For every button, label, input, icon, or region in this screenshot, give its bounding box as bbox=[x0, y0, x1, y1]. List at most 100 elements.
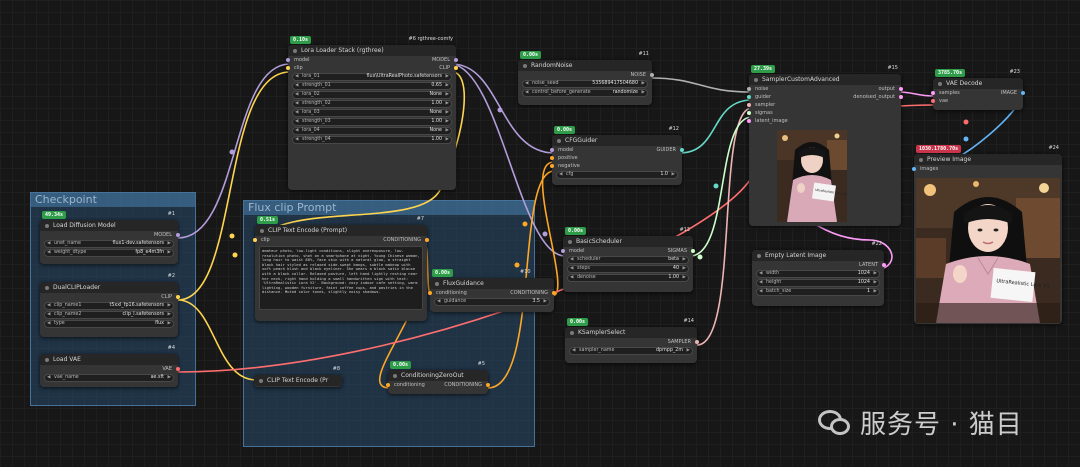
widget-vae-name[interactable]: ◀ vae_name ae.sft ▶ bbox=[44, 374, 174, 382]
widget-clip-name2[interactable]: ◀ clip_name2 clip_l.safetensors ▶ bbox=[44, 311, 174, 319]
node-header[interactable]: Load VAE bbox=[40, 354, 178, 365]
output-sampler-slot[interactable] bbox=[695, 340, 699, 344]
widget-clip-name1[interactable]: ◀ clip_name1 t5xxl_fp16.safetensors ▶ bbox=[44, 302, 174, 310]
output-guider-slot[interactable] bbox=[680, 148, 684, 152]
arrow-right-icon[interactable]: ▶ bbox=[446, 92, 449, 97]
arrow-right-icon[interactable]: ▶ bbox=[446, 83, 449, 88]
collapse-dot-icon[interactable] bbox=[435, 281, 439, 286]
widget-noise-seed[interactable]: ◀ noise_seed 535689417504680 ▶ bbox=[522, 80, 648, 88]
arrow-left-icon[interactable]: ◀ bbox=[525, 81, 528, 86]
widget-lora-01[interactable]: ◀ lora_01 flux\UltraRealPhoto.safetensors ▶ bbox=[292, 73, 452, 81]
node-load-diffusion-model[interactable]: 49.34s #1 Load Diffusion Model MODEL ◀ un… bbox=[40, 211, 180, 264]
widget-control-before-generate[interactable]: ◀ control_before_generate randomize ▶ bbox=[522, 89, 648, 97]
arrow-right-icon[interactable]: ▶ bbox=[446, 137, 449, 142]
node-lora-loader-stack[interactable]: 0.10s #6 rgthree-comfy Lora Loader Stack… bbox=[286, 36, 458, 190]
preview-output-image[interactable]: UltraRealistic Lora V2 bbox=[916, 178, 1060, 323]
output-conditioning-slot[interactable] bbox=[425, 238, 429, 242]
collapse-dot-icon[interactable] bbox=[293, 48, 297, 53]
node-header[interactable]: KSamplerSelect bbox=[565, 327, 697, 338]
input-vae-slot[interactable] bbox=[931, 99, 935, 103]
arrow-right-icon[interactable]: ▶ bbox=[446, 74, 449, 79]
node-header[interactable]: CLIP Text Encode (Pr bbox=[254, 375, 342, 386]
arrow-left-icon[interactable]: ◀ bbox=[759, 271, 762, 276]
input-conditioning-slot[interactable] bbox=[428, 291, 432, 295]
arrow-left-icon[interactable]: ◀ bbox=[295, 119, 298, 124]
node-load-vae[interactable]: #4 Load VAE VAE ◀ vae_name ae.sft ▶ bbox=[40, 345, 180, 387]
node-conditioning-zero-out[interactable]: 0.00s #5 ConditioningZeroOut conditionin… bbox=[386, 361, 490, 394]
arrow-left-icon[interactable]: ◀ bbox=[759, 289, 762, 294]
node-header[interactable]: BasicScheduler bbox=[563, 236, 693, 247]
node-sampler-custom-advanced[interactable]: 27.39s #15 SamplerCustomAdvanced noise ou… bbox=[747, 65, 903, 226]
arrow-left-icon[interactable]: ◀ bbox=[295, 83, 298, 88]
output-clip-slot[interactable] bbox=[176, 295, 180, 299]
input-guider-slot[interactable] bbox=[747, 95, 751, 99]
arrow-left-icon[interactable]: ◀ bbox=[295, 128, 298, 133]
arrow-left-icon[interactable]: ◀ bbox=[437, 299, 440, 304]
widget-unet-name[interactable]: ◀ unet_name flux1-dev.safetensors ▶ bbox=[44, 240, 174, 248]
widget-strength-01[interactable]: ◀ strength_01 0.65 ▶ bbox=[292, 82, 452, 90]
input-images-slot[interactable] bbox=[912, 167, 916, 171]
arrow-left-icon[interactable]: ◀ bbox=[295, 92, 298, 97]
collapse-dot-icon[interactable] bbox=[523, 63, 527, 68]
collapse-dot-icon[interactable] bbox=[45, 223, 49, 228]
collapse-dot-icon[interactable] bbox=[754, 77, 758, 82]
output-model-slot[interactable] bbox=[454, 58, 458, 62]
arrow-right-icon[interactable]: ▶ bbox=[683, 257, 686, 262]
collapse-dot-icon[interactable] bbox=[45, 357, 49, 362]
collapse-dot-icon[interactable] bbox=[757, 253, 761, 258]
input-positive-slot[interactable] bbox=[550, 156, 554, 160]
widget-batch-size[interactable]: ◀ batch_size 1 ▶ bbox=[756, 288, 880, 296]
input-model-slot[interactable] bbox=[561, 249, 565, 253]
node-empty-latent-image[interactable]: #22 Empty Latent Image LATENT ◀ width 1024… bbox=[752, 241, 886, 306]
node-vae-decode[interactable]: 3785.70s #23 VAE Decode samples IMAGE vae bbox=[931, 69, 1025, 110]
widget-sampler-name[interactable]: ◀ sampler_name dpmpp_2m ▶ bbox=[569, 347, 693, 355]
input-clip-slot[interactable] bbox=[286, 66, 290, 70]
widget-width[interactable]: ◀ width 1024 ▶ bbox=[756, 270, 880, 278]
widget-lora-03[interactable]: ◀ lora_03 None ▶ bbox=[292, 109, 452, 117]
node-header[interactable]: Load Diffusion Model bbox=[40, 220, 178, 231]
node-random-noise[interactable]: 0.00s #11 RandomNoise NOISE ◀ noise_seed 5… bbox=[518, 51, 654, 105]
node-header[interactable]: CFGGuider bbox=[552, 135, 682, 146]
output-model-slot[interactable] bbox=[176, 233, 180, 237]
collapse-dot-icon[interactable] bbox=[260, 228, 264, 233]
arrow-right-icon[interactable]: ▶ bbox=[642, 90, 645, 95]
widget-scheduler[interactable]: ◀ scheduler beta ▶ bbox=[567, 256, 689, 264]
output-sigmas-slot[interactable] bbox=[691, 249, 695, 253]
node-header[interactable]: RandomNoise bbox=[518, 60, 652, 71]
widget-lora-02[interactable]: ◀ lora_02 None ▶ bbox=[292, 91, 452, 99]
arrow-right-icon[interactable]: ▶ bbox=[642, 81, 645, 86]
node-flux-guidance[interactable]: 0.00s #10 FluxGuidance conditioning CONDI… bbox=[428, 269, 556, 312]
arrow-left-icon[interactable]: ◀ bbox=[47, 375, 50, 380]
widget-lora-04[interactable]: ◀ lora_04 None ▶ bbox=[292, 127, 452, 135]
input-latent-slot[interactable] bbox=[747, 119, 751, 123]
preview-thumbnail[interactable]: UltraRealistic Lora V2 bbox=[777, 130, 847, 222]
input-conditioning-slot[interactable] bbox=[386, 383, 390, 387]
collapse-dot-icon[interactable] bbox=[919, 157, 923, 162]
arrow-left-icon[interactable]: ◀ bbox=[47, 241, 50, 246]
arrow-right-icon[interactable]: ▶ bbox=[168, 303, 171, 308]
arrow-left-icon[interactable]: ◀ bbox=[570, 266, 573, 271]
arrow-right-icon[interactable]: ▶ bbox=[168, 241, 171, 246]
output-noise-slot[interactable] bbox=[650, 73, 654, 77]
arrow-right-icon[interactable]: ▶ bbox=[168, 312, 171, 317]
node-header[interactable]: VAE Decode bbox=[933, 78, 1023, 89]
node-header[interactable]: FluxGuidance bbox=[430, 278, 554, 289]
input-sampler-slot[interactable] bbox=[747, 103, 751, 107]
collapse-dot-icon[interactable] bbox=[393, 373, 397, 378]
arrow-left-icon[interactable]: ◀ bbox=[525, 90, 528, 95]
collapse-dot-icon[interactable] bbox=[557, 138, 561, 143]
widget-type[interactable]: ◀ type flux ▶ bbox=[44, 320, 174, 328]
widget-denoise[interactable]: ◀ denoise 1.00 ▶ bbox=[567, 274, 689, 282]
collapse-dot-icon[interactable] bbox=[570, 330, 574, 335]
arrow-right-icon[interactable]: ▶ bbox=[683, 266, 686, 271]
widget-strength-02[interactable]: ◀ strength_02 1.00 ▶ bbox=[292, 100, 452, 108]
arrow-left-icon[interactable]: ◀ bbox=[570, 275, 573, 280]
arrow-left-icon[interactable]: ◀ bbox=[47, 250, 50, 255]
arrow-right-icon[interactable]: ▶ bbox=[544, 299, 547, 304]
widget-strength-04[interactable]: ◀ strength_04 1.00 ▶ bbox=[292, 136, 452, 144]
output-conditioning-slot[interactable] bbox=[486, 383, 490, 387]
node-dual-clip-loader[interactable]: #2 DualCLIPLoader CLIP ◀ clip_name1 t5xxl_… bbox=[40, 273, 180, 337]
collapse-dot-icon[interactable] bbox=[259, 378, 263, 383]
arrow-right-icon[interactable]: ▶ bbox=[672, 172, 675, 177]
arrow-right-icon[interactable]: ▶ bbox=[168, 321, 171, 326]
